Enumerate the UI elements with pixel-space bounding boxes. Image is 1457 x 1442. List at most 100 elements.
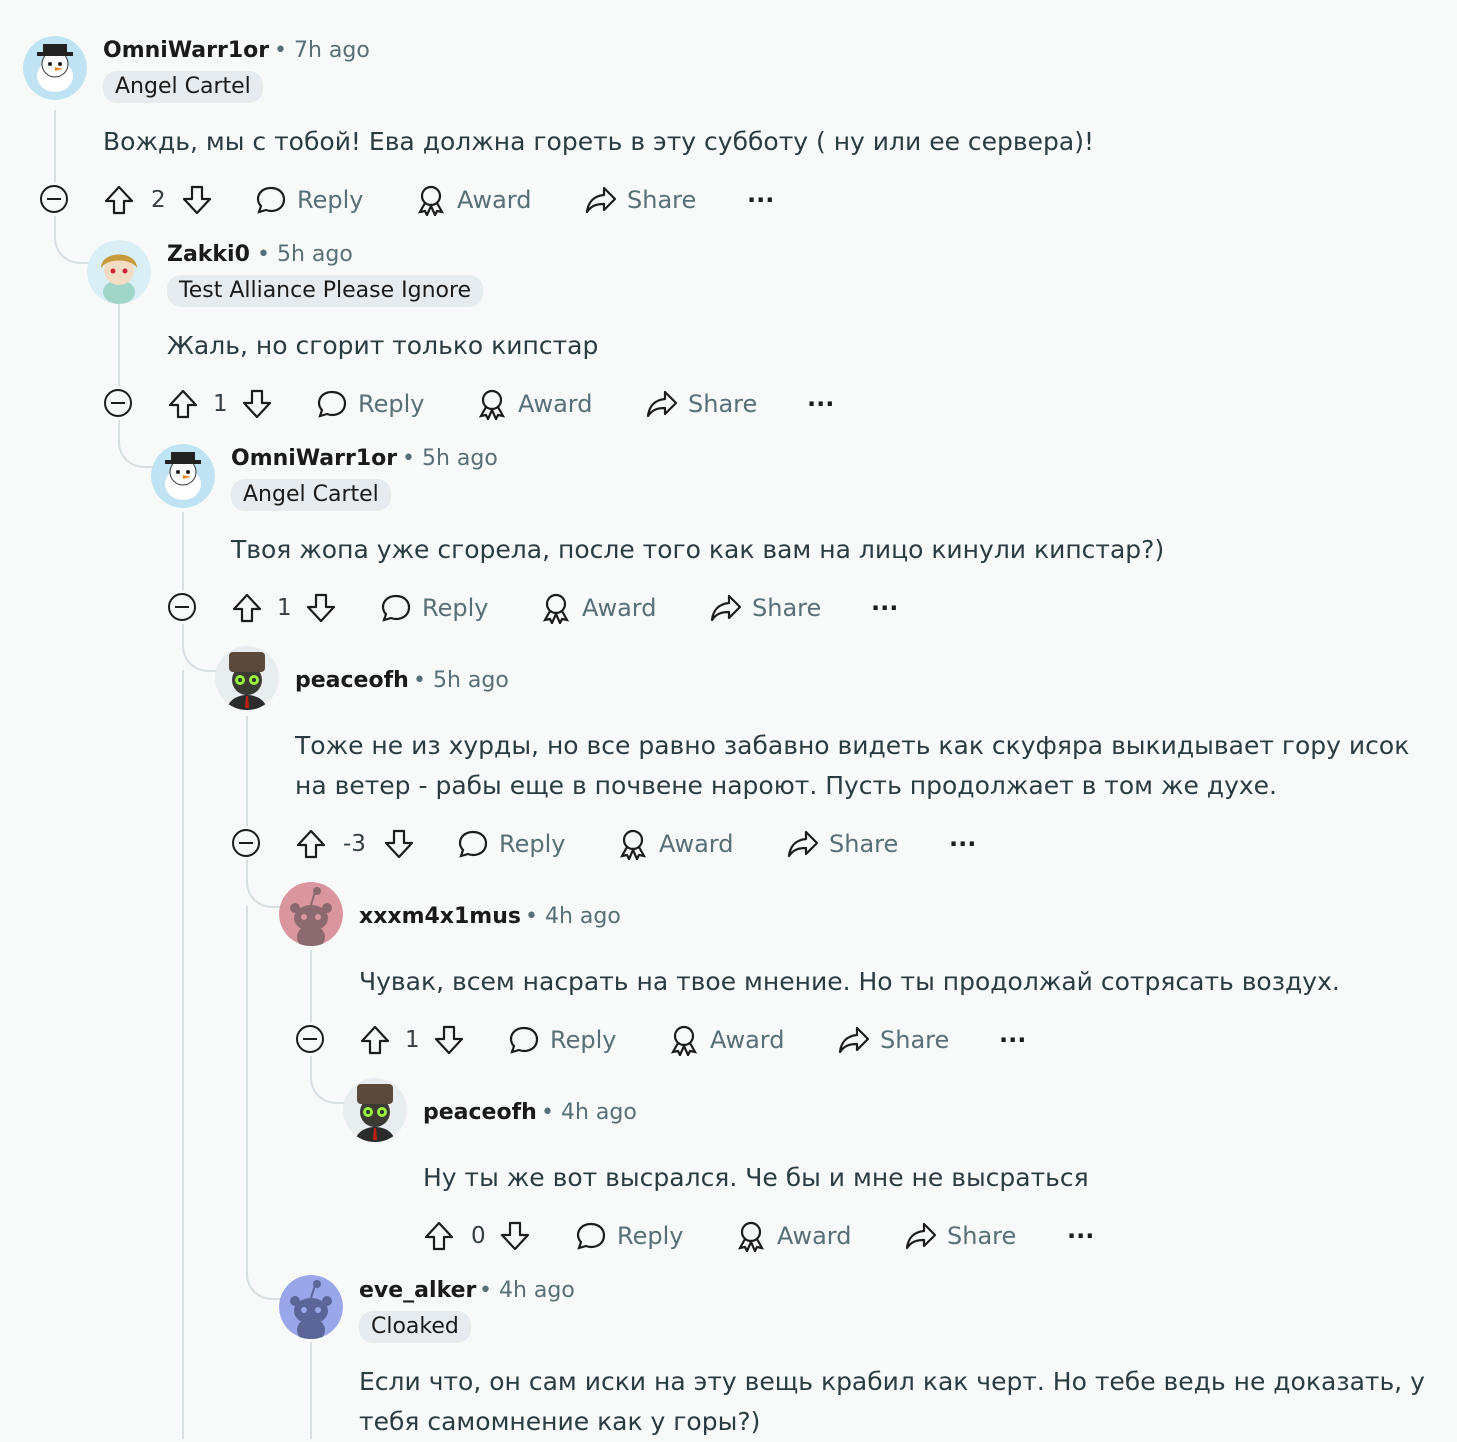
collapse-thread-button[interactable] (232, 829, 260, 857)
reply-button[interactable]: Reply (457, 824, 565, 864)
downvote-icon (384, 829, 414, 859)
reply-button[interactable]: Reply (508, 1020, 616, 1060)
award-button[interactable]: Award (415, 180, 531, 220)
upvote-icon (232, 593, 262, 623)
reply-button[interactable]: Reply (575, 1216, 683, 1256)
share-label: Share (688, 390, 758, 418)
timestamp[interactable]: • 5h ago (257, 242, 353, 267)
share-icon (710, 594, 742, 622)
award-button[interactable]: Award (668, 1020, 784, 1060)
downvote-icon (306, 593, 336, 623)
reply-icon (381, 594, 411, 622)
user-avatar[interactable] (87, 240, 151, 304)
downvote-button[interactable] (383, 824, 415, 864)
award-button[interactable]: Award (617, 824, 733, 864)
downvote-button[interactable] (499, 1216, 531, 1256)
username[interactable]: xxxm4x1mus (359, 904, 521, 929)
share-button[interactable]: Share (838, 1020, 949, 1060)
user-avatar[interactable] (151, 444, 215, 508)
share-icon (787, 830, 819, 858)
user-avatar[interactable] (343, 1078, 407, 1142)
timestamp[interactable]: • 5h ago (413, 668, 509, 693)
user-flair: Cloaked (359, 1311, 471, 1343)
upvote-button[interactable] (231, 588, 263, 628)
thread-line (182, 512, 184, 590)
reply-button[interactable]: Reply (380, 588, 488, 628)
more-options-button[interactable]: ··· (807, 384, 834, 424)
thread-branch (182, 624, 218, 672)
share-label: Share (947, 1222, 1017, 1250)
collapse-thread-button[interactable] (296, 1025, 324, 1053)
reply-label: Reply (358, 390, 425, 418)
vote-score: 2 (151, 187, 166, 213)
downvote-button[interactable] (181, 180, 213, 220)
timestamp[interactable]: • 4h ago (541, 1100, 637, 1125)
thread-line (310, 1342, 312, 1439)
user-avatar[interactable] (279, 882, 343, 946)
more-options-button[interactable]: ··· (1067, 1216, 1094, 1256)
reply-button[interactable]: Reply (255, 180, 363, 220)
share-button[interactable]: Share (646, 384, 757, 424)
reply-button[interactable]: Reply (316, 384, 424, 424)
downvote-icon (434, 1025, 464, 1055)
thread-line (246, 906, 248, 1266)
upvote-button[interactable] (359, 1020, 391, 1060)
username[interactable]: eve_alker (359, 1278, 476, 1303)
timestamp[interactable]: • 4h ago (525, 904, 621, 929)
award-label: Award (777, 1222, 852, 1250)
comment-body: Чувак, всем насрать на твое мнение. Но т… (359, 967, 1340, 996)
comment-body: Если что, он сам иски на эту вещь крабил… (359, 1367, 1425, 1436)
comment-actions: 1 Reply Award Share ··· (359, 1020, 1059, 1060)
share-button[interactable]: Share (905, 1216, 1016, 1256)
downvote-button[interactable] (241, 384, 273, 424)
share-icon (838, 1026, 870, 1054)
downvote-icon (500, 1221, 530, 1251)
upvote-button[interactable] (423, 1216, 455, 1256)
more-options-button[interactable]: ··· (999, 1020, 1026, 1060)
thread-line (54, 110, 56, 182)
timestamp[interactable]: • 5h ago (402, 446, 498, 471)
more-options-icon: ··· (871, 594, 899, 622)
thread-line (246, 716, 248, 826)
collapse-thread-button[interactable] (168, 593, 196, 621)
reply-icon (458, 830, 488, 858)
upvote-button[interactable] (103, 180, 135, 220)
comment-actions: 1 Reply Award Share ··· (231, 588, 931, 628)
award-button[interactable]: Award (476, 384, 592, 424)
more-options-button[interactable]: ··· (747, 180, 774, 220)
upvote-button[interactable] (167, 384, 199, 424)
username[interactable]: OmniWarr1or (231, 446, 397, 471)
share-label: Share (880, 1026, 950, 1054)
comment-actions: 2 Reply Award Share ··· (103, 180, 803, 220)
more-options-button[interactable]: ··· (871, 588, 898, 628)
share-button[interactable]: Share (585, 180, 696, 220)
collapse-thread-button[interactable] (40, 185, 68, 213)
user-avatar[interactable] (279, 1275, 343, 1339)
user-flair: Angel Cartel (103, 71, 263, 103)
upvote-button[interactable] (295, 824, 327, 864)
user-avatar[interactable] (23, 36, 87, 100)
username[interactable]: peaceofh (295, 668, 409, 693)
downvote-button[interactable] (305, 588, 337, 628)
username[interactable]: OmniWarr1or (103, 38, 269, 63)
share-button[interactable]: Share (710, 588, 821, 628)
reply-label: Reply (499, 830, 566, 858)
award-button[interactable]: Award (735, 1216, 851, 1256)
downvote-button[interactable] (433, 1020, 465, 1060)
collapse-thread-button[interactable] (104, 389, 132, 417)
award-label: Award (710, 1026, 785, 1054)
award-button[interactable]: Award (540, 588, 656, 628)
vote-score: 0 (471, 1223, 486, 1249)
username[interactable]: peaceofh (423, 1100, 537, 1125)
reply-label: Reply (422, 594, 489, 622)
username[interactable]: Zakki0 (167, 242, 250, 267)
timestamp[interactable]: • 7h ago (274, 38, 370, 63)
user-avatar[interactable] (215, 646, 279, 710)
timestamp[interactable]: • 4h ago (479, 1278, 575, 1303)
more-options-icon: ··· (807, 390, 835, 418)
more-options-button[interactable]: ··· (949, 824, 976, 864)
user-flair: Angel Cartel (231, 479, 391, 511)
comment-body: Ну ты же вот высрался. Че бы и мне не вы… (423, 1163, 1089, 1192)
share-button[interactable]: Share (787, 824, 898, 864)
award-label: Award (659, 830, 734, 858)
